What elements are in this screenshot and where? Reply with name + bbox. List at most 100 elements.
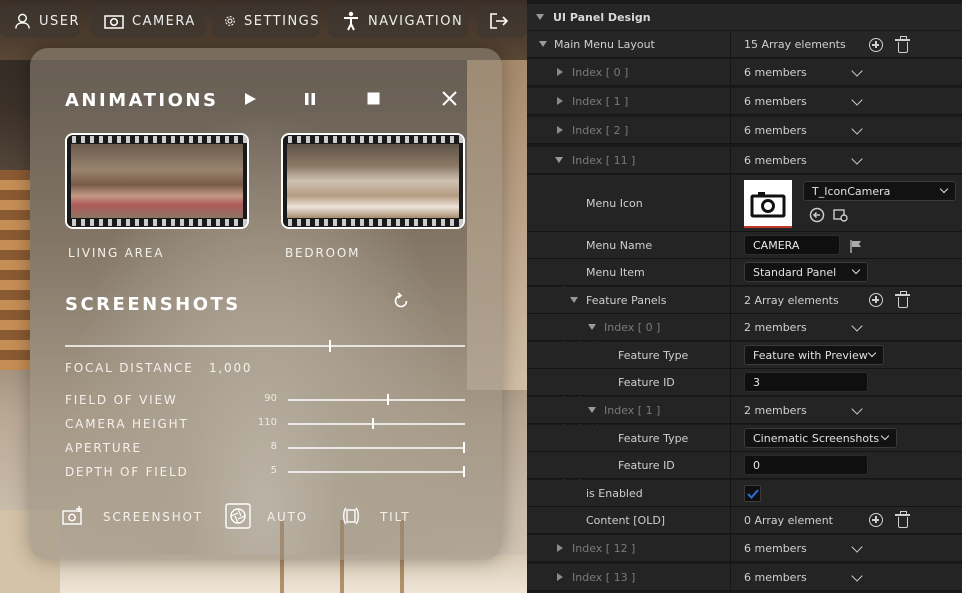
column-divider [730, 369, 731, 396]
property-label: Menu Item [586, 266, 645, 279]
delete-icon[interactable] [895, 291, 910, 308]
collapse-arrow-icon[interactable] [588, 407, 596, 413]
screenshot-label: SCREENSHOT [103, 510, 203, 524]
collapse-arrow-icon[interactable] [570, 297, 578, 303]
auto-label: AUTO [267, 510, 308, 524]
property-row-index-11[interactable]: Index [ 11 ] 6 members [527, 147, 962, 174]
is-enabled-checkbox[interactable] [744, 485, 761, 502]
screenshot-button[interactable]: SCREENSHOT [62, 504, 201, 528]
property-row-index-13[interactable]: Index [ 13 ] 6 members [527, 564, 962, 591]
feature-id-input[interactable]: 0 [744, 455, 868, 475]
property-row-content-old[interactable]: Content [OLD] 0 Array element [527, 507, 962, 534]
delete-icon[interactable] [895, 36, 910, 53]
property-row-index-1[interactable]: Index [ 1 ] 6 members [527, 88, 962, 115]
close-icon[interactable] [442, 91, 457, 106]
focal-distance-label: FOCAL DISTANCE [65, 361, 194, 375]
play-icon[interactable] [243, 92, 257, 106]
property-value: 2 Array elements [744, 294, 839, 307]
property-row-menu-icon[interactable]: Menu Icon T_IconCamera [527, 175, 962, 232]
nav-user-button[interactable]: USER [0, 4, 80, 38]
property-row-index-2[interactable]: Index [ 2 ] 6 members [527, 117, 962, 144]
focal-distance-slider[interactable] [65, 345, 465, 347]
property-row-feature-type-1[interactable]: Feature Type Cinematic Screenshots [527, 425, 962, 452]
nav-exit-button[interactable] [477, 4, 527, 38]
camera-height-slider-knob[interactable] [372, 418, 374, 429]
camera-height-slider[interactable] [288, 423, 465, 425]
nav-navigation-button[interactable]: NAVIGATION [328, 4, 468, 38]
chevron-down-icon[interactable] [851, 65, 863, 77]
use-selected-icon[interactable] [809, 207, 825, 223]
focal-distance-slider-knob[interactable] [329, 340, 331, 352]
property-row-is-enabled[interactable]: is Enabled [527, 480, 962, 507]
feature-type-dropdown[interactable]: Cinematic Screenshots [744, 428, 897, 448]
animation-thumbnail-bedroom[interactable] [281, 133, 465, 229]
add-element-icon[interactable] [869, 293, 883, 307]
chevron-down-icon[interactable] [851, 320, 863, 332]
expand-arrow-icon[interactable] [557, 68, 563, 76]
property-label: Index [ 11 ] [572, 154, 636, 167]
stop-icon[interactable] [367, 92, 380, 105]
property-row-feature-id-0[interactable]: Feature ID 3 [527, 369, 962, 396]
dropdown-value: Cinematic Screenshots [753, 432, 880, 445]
focal-distance-value: 1,000 [209, 361, 253, 375]
property-row-menu-item[interactable]: Menu Item Standard Panel [527, 259, 962, 286]
property-value: 0 Array element [744, 514, 833, 527]
depth-of-field-slider-knob[interactable] [463, 466, 465, 477]
delete-icon[interactable] [895, 511, 910, 528]
aperture-slider-knob[interactable] [463, 442, 465, 453]
property-row-menu-name[interactable]: Menu Name CAMERA [527, 232, 962, 259]
feature-id-input[interactable]: 3 [744, 372, 868, 392]
section-header[interactable]: UI Panel Design [527, 4, 962, 30]
depth-of-field-slider[interactable] [288, 471, 465, 473]
add-element-icon[interactable] [869, 38, 883, 52]
bedroom-image [287, 144, 459, 218]
animation-thumbnail-living-area[interactable] [65, 133, 249, 229]
property-row-feature-panels[interactable]: Feature Panels 2 Array elements [527, 287, 962, 314]
add-element-icon[interactable] [869, 513, 883, 527]
auto-button[interactable]: AUTO [225, 503, 315, 529]
property-row-feature-index-1[interactable]: Index [ 1 ] 2 members [527, 397, 962, 424]
chevron-down-icon[interactable] [851, 94, 863, 106]
field-of-view-slider-knob[interactable] [387, 394, 389, 405]
property-row-index-12[interactable]: Index [ 12 ] 6 members [527, 535, 962, 562]
expand-arrow-icon[interactable] [557, 573, 563, 581]
menu-name-input[interactable]: CAMERA [744, 235, 840, 255]
browse-icon[interactable] [833, 207, 849, 223]
nav-settings-label: SETTINGS [243, 13, 320, 29]
property-row-feature-type-0[interactable]: Feature Type Feature with Preview [527, 342, 962, 369]
property-row-feature-id-1[interactable]: Feature ID 0 [527, 452, 962, 479]
property-label: Content [OLD] [586, 514, 666, 527]
collapse-arrow-icon[interactable] [539, 41, 547, 47]
chevron-down-icon[interactable] [851, 541, 863, 553]
expand-arrow-icon[interactable] [557, 126, 563, 134]
chevron-down-icon[interactable] [851, 403, 863, 415]
tilt-button[interactable]: TILT [340, 504, 420, 528]
expand-arrow-icon[interactable] [557, 97, 563, 105]
chevron-down-icon[interactable] [851, 153, 863, 165]
texture-asset-picker[interactable]: T_IconCamera [803, 181, 956, 201]
localize-flag-icon[interactable] [849, 239, 863, 253]
field-of-view-slider[interactable] [288, 399, 465, 401]
reset-icon[interactable] [392, 292, 410, 310]
property-row-main-menu-layout[interactable]: Main Menu Layout 15 Array elements [527, 31, 962, 58]
property-row-feature-index-0[interactable]: Index [ 0 ] 2 members [527, 314, 962, 341]
collapse-arrow-icon[interactable] [555, 157, 563, 163]
living-area-image [71, 144, 243, 218]
collapse-arrow-icon[interactable] [536, 14, 544, 20]
viewport: USER CAMERA SETTINGS NAVIGATION ANIMATIO… [0, 0, 527, 593]
property-label: Feature Type [618, 432, 689, 445]
aperture-slider[interactable] [288, 447, 465, 449]
expand-arrow-icon[interactable] [557, 544, 563, 552]
living-area-label: LIVING AREA [68, 246, 165, 260]
collapse-arrow-icon[interactable] [588, 324, 596, 330]
property-label: Index [ 0 ] [572, 66, 629, 79]
property-row-index-0[interactable]: Index [ 0 ] 6 members [527, 59, 962, 86]
chevron-down-icon[interactable] [851, 570, 863, 582]
feature-type-dropdown[interactable]: Feature with Preview [744, 345, 884, 365]
pause-icon[interactable] [304, 92, 316, 106]
menu-item-dropdown[interactable]: Standard Panel [744, 262, 868, 282]
nav-settings-button[interactable]: SETTINGS [212, 4, 320, 38]
nav-camera-button[interactable]: CAMERA [90, 4, 206, 38]
texture-thumbnail[interactable] [744, 180, 792, 228]
chevron-down-icon[interactable] [851, 123, 863, 135]
